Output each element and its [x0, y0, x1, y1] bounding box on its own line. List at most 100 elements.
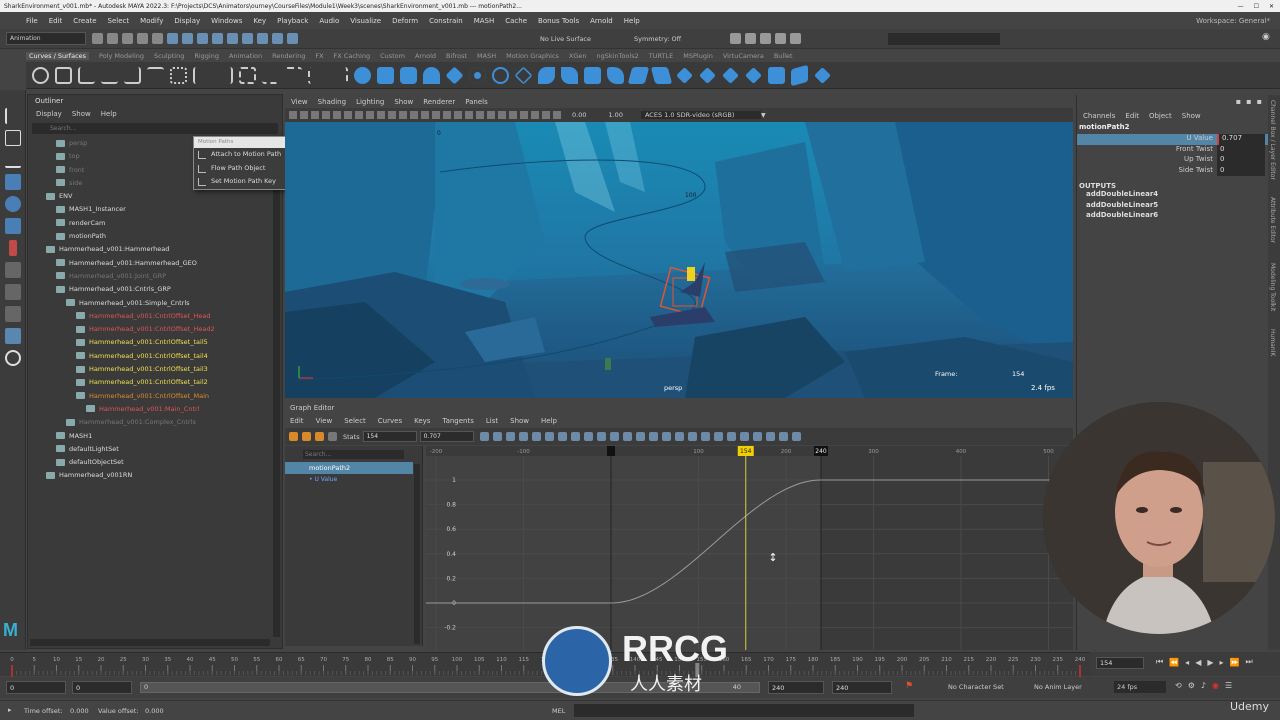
- outliner-item[interactable]: Hammerhead_v001:Complex_Cntrls: [28, 416, 274, 429]
- close-icon[interactable]: ✕: [1269, 3, 1274, 10]
- clamped-tangent-icon[interactable]: [544, 432, 554, 441]
- plateau-tangent-icon[interactable]: [596, 432, 606, 441]
- menu-create[interactable]: Create: [73, 17, 96, 25]
- fillet-curve-icon[interactable]: [308, 66, 325, 84]
- menu-edit[interactable]: Edit: [49, 17, 63, 25]
- project-curve-icon[interactable]: [699, 66, 716, 84]
- smooth-shade-icon[interactable]: [410, 111, 418, 119]
- shelf-tab-virtucamera[interactable]: VirtuCamera: [723, 52, 764, 60]
- outliner-search-input[interactable]: Search...: [32, 123, 278, 134]
- outliner-item[interactable]: Hammerhead_v001:CntrlOffset_Main: [28, 390, 274, 403]
- anti-aliasing-icon[interactable]: [487, 111, 495, 119]
- break-tangents-icon[interactable]: [609, 432, 619, 441]
- loft-icon[interactable]: [514, 65, 533, 85]
- humanik-tab[interactable]: HumanIK: [1269, 329, 1276, 356]
- shelf-tab-fx[interactable]: FX: [315, 52, 323, 60]
- go-to-start-icon[interactable]: ⏮: [1156, 657, 1163, 667]
- shelf-tab-ngskintools2[interactable]: ngSkinTools2: [597, 52, 639, 60]
- select-component-icon[interactable]: [212, 33, 223, 44]
- chevron-down-icon[interactable]: ▼: [761, 112, 766, 119]
- playback-settings-icon[interactable]: ⚙: [1188, 681, 1195, 690]
- step-back-key-icon[interactable]: ⏪: [1169, 658, 1179, 667]
- nurbs-circle-icon[interactable]: [32, 66, 49, 84]
- shelf-tab-mash[interactable]: MASH: [477, 52, 496, 60]
- step-tangent-icon[interactable]: [583, 432, 593, 441]
- shelf-tab-fx-caching[interactable]: FX Caching: [334, 52, 371, 60]
- frame-playback-icon[interactable]: [492, 432, 502, 441]
- post-infinity-icon[interactable]: [739, 432, 749, 441]
- stacked-view-icon[interactable]: [765, 432, 775, 441]
- channel-box-icon[interactable]: ▪: [1236, 97, 1241, 106]
- viewport-menu-show[interactable]: Show: [394, 98, 413, 106]
- default-material-icon[interactable]: [421, 111, 429, 119]
- outliner-item[interactable]: MASH1: [28, 430, 274, 443]
- menu-arnold[interactable]: Arnold: [590, 17, 613, 25]
- shelf-tab-rigging[interactable]: Rigging: [194, 52, 219, 60]
- untrim-icon[interactable]: [768, 66, 785, 84]
- record-icon[interactable]: ◉: [1212, 681, 1219, 690]
- menu-constrain[interactable]: Constrain: [429, 17, 463, 25]
- menu-windows[interactable]: Windows: [211, 17, 242, 25]
- square-surface-icon[interactable]: [627, 66, 650, 84]
- auto-tangent-icon[interactable]: [518, 432, 528, 441]
- unify-tangents-icon[interactable]: [622, 432, 632, 441]
- shadows-icon[interactable]: [454, 111, 462, 119]
- nurbs-sphere-icon[interactable]: [354, 66, 371, 84]
- far-clip-value[interactable]: 1.00: [608, 111, 622, 119]
- shelf-tab-arnold[interactable]: Arnold: [415, 52, 436, 60]
- maximize-icon[interactable]: ☐: [1254, 3, 1259, 10]
- playback-start-input[interactable]: 0: [72, 681, 132, 694]
- outliner-menu-show[interactable]: Show: [72, 110, 91, 118]
- viewport-menu-renderer[interactable]: Renderer: [423, 98, 455, 106]
- go-to-end-icon[interactable]: ⏭: [1245, 657, 1252, 667]
- live-surface-label[interactable]: No Live Surface: [540, 35, 591, 43]
- rebuild-curve-icon[interactable]: [239, 66, 256, 84]
- isolate-select-icon[interactable]: [498, 111, 506, 119]
- insert-key-icon[interactable]: [302, 432, 311, 441]
- modeling-toolkit-tab[interactable]: Modeling Toolkit: [1269, 263, 1276, 311]
- mel-language-button[interactable]: MEL: [552, 707, 565, 715]
- planar-icon[interactable]: [538, 66, 555, 84]
- auto-key-icon[interactable]: ⚑: [905, 681, 913, 691]
- stitch-icon[interactable]: [791, 64, 808, 86]
- shelf-tab-msplugin[interactable]: MSPlugin: [683, 52, 713, 60]
- channel-attr-value[interactable]: 0: [1217, 155, 1265, 166]
- menu-cache[interactable]: Cache: [505, 17, 527, 25]
- attribute-editor-icon[interactable]: ▪: [1246, 97, 1251, 106]
- menu-audio[interactable]: Audio: [319, 17, 339, 25]
- viewport-menu-view[interactable]: View: [291, 98, 308, 106]
- fps-select[interactable]: 24 fps: [1114, 681, 1166, 693]
- playback-end-input[interactable]: 240: [768, 681, 824, 694]
- menu-playback[interactable]: Playback: [277, 17, 308, 25]
- shelf-tab-turtle[interactable]: TURTLE: [649, 52, 673, 60]
- channel-attr-row[interactable]: Up Twist 0: [1077, 155, 1268, 166]
- outliner-horizontal-scrollbar[interactable]: [30, 639, 270, 646]
- camera-attributes-icon[interactable]: [289, 111, 297, 119]
- safe-title-icon[interactable]: [388, 111, 396, 119]
- channel-attr-value[interactable]: 0: [1217, 144, 1265, 155]
- insert-knot-icon[interactable]: [331, 66, 348, 84]
- start-time-input[interactable]: 0: [6, 681, 66, 694]
- outliner-item[interactable]: MASH1_Instancer: [28, 203, 274, 216]
- colorspace-select[interactable]: ACES 1.0 SDR-video (sRGB): [640, 111, 761, 119]
- hypershade-icon[interactable]: [790, 33, 801, 44]
- nurbs-cylinder-icon[interactable]: [400, 66, 417, 84]
- undo-icon[interactable]: [137, 33, 148, 44]
- outliner-item[interactable]: Hammerhead_v001:Hammerhead_GEO: [28, 257, 274, 270]
- audio-icon[interactable]: ♪: [1201, 681, 1206, 690]
- channel-menu-object[interactable]: Object: [1149, 112, 1172, 120]
- graph-node-motionpath2[interactable]: motionPath2: [285, 462, 413, 474]
- end-time-input[interactable]: 240: [832, 681, 892, 694]
- bookmarks-icon[interactable]: [300, 111, 308, 119]
- ipr-render-icon[interactable]: [760, 33, 771, 44]
- reverse-curve-icon[interactable]: [285, 66, 302, 84]
- graph-editor-canvas[interactable]: -200-100010015420024030040050010.80.60.4…: [426, 446, 1073, 650]
- sign-in-icon[interactable]: ◉: [1262, 32, 1270, 42]
- select-tool-icon[interactable]: [5, 108, 21, 124]
- denormalize-icon[interactable]: [713, 432, 723, 441]
- spline-tangent-icon[interactable]: [531, 432, 541, 441]
- menu-bonus-tools[interactable]: Bonus Tools: [538, 17, 579, 25]
- outliner-item[interactable]: Hammerhead_v001:CntrlOffset_tail3: [28, 363, 274, 376]
- outliner-menu-display[interactable]: Display: [36, 110, 62, 118]
- play-backwards-icon[interactable]: ◀: [1195, 658, 1201, 667]
